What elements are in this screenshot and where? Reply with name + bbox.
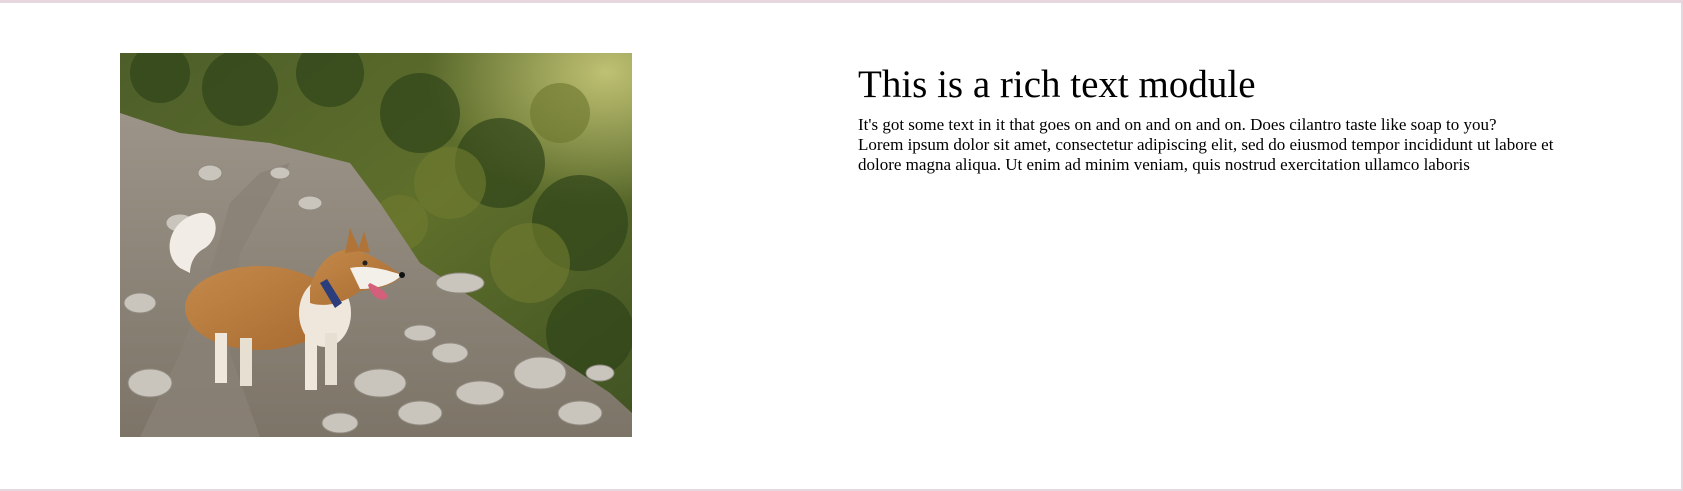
rich-text-paragraph: It's got some text in it that goes on an… (858, 115, 1578, 175)
image-column (120, 53, 632, 437)
page: This is a rich text module It's got some… (0, 0, 1683, 491)
paragraph-line-2: Lorem ipsum dolor sit amet, consectetur … (858, 135, 1554, 174)
paragraph-line-1: It's got some text in it that goes on an… (858, 115, 1497, 134)
image-text-module: This is a rich text module It's got some… (0, 3, 1680, 489)
dog-photo (120, 53, 632, 437)
rich-text-column: This is a rich text module It's got some… (858, 61, 1578, 175)
rich-text-heading: This is a rich text module (858, 63, 1256, 106)
